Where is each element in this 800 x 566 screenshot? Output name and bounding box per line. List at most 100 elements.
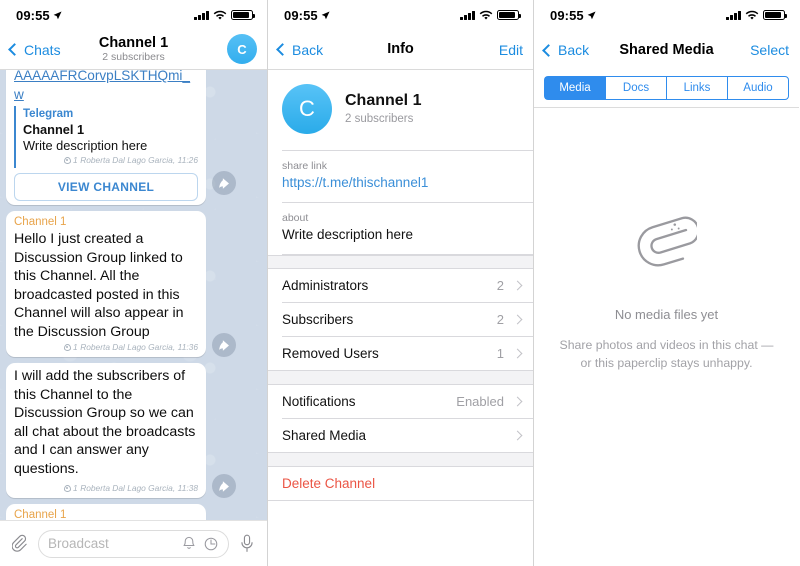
chevron-right-icon	[512, 396, 523, 407]
views-count: 1	[73, 483, 78, 493]
back-label: Back	[292, 41, 324, 58]
link-preview-card[interactable]: Telegram Channel 1 Write description her…	[14, 106, 198, 168]
section-gap	[268, 453, 533, 467]
status-time: 09:55	[16, 7, 50, 23]
view-channel-button[interactable]: VIEW CHANNEL	[14, 173, 198, 201]
channel-profile-header[interactable]: C Channel 1 2 subscribers	[268, 70, 533, 150]
status-bar-time-group: 09:55	[284, 8, 330, 23]
status-bar: 09:55	[534, 0, 799, 30]
share-link-field[interactable]: share link https://t.me/thischannel1	[268, 151, 533, 202]
avatar-initial: C	[299, 96, 315, 121]
about-label: about	[282, 212, 309, 224]
delete-channel-label: Delete Channel	[282, 476, 376, 491]
back-to-chats-button[interactable]: Chats	[8, 42, 61, 58]
message-bubble[interactable]: Channel 1 Example of how to pin a messag…	[6, 504, 206, 520]
chevron-right-icon	[512, 280, 523, 291]
message-row: I will add the subscribers of this Chann…	[0, 363, 267, 498]
delete-channel-row[interactable]: Delete Channel	[268, 467, 533, 500]
views-eye-icon	[63, 156, 71, 164]
message-time: 11:26	[177, 155, 198, 165]
info-row-administrators[interactable]: Administrators 2	[268, 269, 533, 302]
info-row-notifications[interactable]: Notifications Enabled	[268, 385, 533, 418]
empty-media-state: No media files yet Share photos and vide…	[534, 210, 799, 372]
info-row-subscribers[interactable]: Subscribers 2	[268, 303, 533, 336]
microphone-icon	[241, 534, 253, 552]
message-time: 11:38	[177, 483, 198, 493]
profile-subscribers: 2 subscribers	[345, 113, 414, 125]
avatar-initial: C	[237, 41, 247, 57]
views-count: 1	[73, 155, 78, 165]
share-arrow-icon	[218, 339, 229, 351]
row-label: Removed Users	[282, 346, 379, 361]
attach-file-button[interactable]	[10, 533, 30, 555]
preview-description: Write description here	[23, 138, 148, 153]
divider	[268, 500, 533, 501]
media-tab-bar: Media Docs Links Audio	[534, 70, 799, 107]
channel-avatar-large[interactable]: C	[282, 84, 332, 134]
chat-message-list[interactable]: AAAAAFRCorvpLSKTHQmi_w Telegram Channel …	[0, 70, 267, 520]
media-title: Shared Media	[619, 41, 714, 58]
chevron-right-icon	[512, 314, 523, 325]
message-input-bar: Broadcast	[0, 520, 267, 566]
broadcast-input[interactable]: Broadcast	[38, 529, 229, 558]
status-bar: 09:55	[268, 0, 533, 30]
battery-full-icon	[231, 10, 255, 20]
voice-record-button[interactable]	[237, 533, 257, 555]
status-bar-time-group: 09:55	[550, 8, 596, 23]
row-value: 2	[496, 278, 504, 293]
profile-text-block: Channel 1 2 subscribers	[345, 91, 421, 127]
about-value: Write description here	[282, 227, 414, 242]
row-label: Subscribers	[282, 312, 354, 327]
location-arrow-icon	[321, 10, 330, 19]
preview-title: Channel 1	[23, 122, 85, 137]
views-count: 1	[73, 342, 78, 352]
row-label: Administrators	[282, 278, 369, 293]
info-row-removed-users[interactable]: Removed Users 1	[268, 337, 533, 370]
chevron-left-icon	[8, 43, 21, 56]
row-label: Notifications	[282, 394, 356, 409]
message-row: Channel 1 Hello I just created a Discuss…	[0, 211, 267, 357]
share-message-button[interactable]	[212, 474, 236, 498]
info-row-shared-media[interactable]: Shared Media	[268, 419, 533, 452]
bell-icon[interactable]	[181, 536, 197, 552]
media-back-button[interactable]: Back	[542, 42, 589, 58]
info-content: C Channel 1 2 subscribers share link htt…	[268, 70, 533, 566]
schedule-icon[interactable]	[203, 536, 219, 552]
chat-nav-bar: Chats Channel 1 2 subscribers C	[0, 30, 267, 70]
tab-links[interactable]: Links	[666, 76, 727, 100]
share-message-button[interactable]	[212, 333, 236, 357]
share-link-value[interactable]: https://t.me/thischannel1	[282, 173, 519, 192]
message-bubble-link-preview[interactable]: AAAAAFRCorvpLSKTHQmi_w Telegram Channel …	[6, 70, 206, 205]
message-author: Roberta Dal Lago Garcia,	[80, 342, 176, 352]
select-button[interactable]: Select	[750, 42, 789, 58]
message-link-text[interactable]: AAAAAFRCorvpLSKTHQmi_w	[14, 70, 198, 104]
info-back-button[interactable]: Back	[276, 41, 324, 58]
wifi-icon	[479, 10, 493, 20]
broadcast-placeholder: Broadcast	[48, 536, 109, 551]
about-field[interactable]: about Write description here	[268, 203, 533, 254]
edit-button[interactable]: Edit	[499, 42, 523, 58]
share-message-button[interactable]	[212, 171, 236, 195]
message-bubble[interactable]: I will add the subscribers of this Chann…	[6, 363, 206, 498]
message-sender: Channel 1	[14, 216, 67, 228]
message-time: 11:36	[177, 342, 198, 352]
chevron-left-icon	[542, 43, 555, 57]
message-bubble[interactable]: Channel 1 Hello I just created a Discuss…	[6, 211, 206, 357]
message-row: Channel 1 Example of how to pin a messag…	[0, 504, 267, 520]
paperclip-icon	[637, 216, 700, 267]
preview-site-name: Telegram	[23, 108, 74, 120]
chevron-right-icon	[512, 348, 523, 359]
channel-avatar[interactable]: C	[227, 34, 257, 64]
tab-media[interactable]: Media	[544, 76, 605, 100]
empty-media-title: No media files yet	[614, 307, 719, 322]
profile-name: Channel 1	[345, 92, 422, 109]
three-screen-layout: 09:55 Chats Channel 1 2 subscribers C AA…	[0, 0, 800, 566]
tab-audio[interactable]: Audio	[727, 76, 789, 100]
share-arrow-icon	[218, 480, 229, 492]
location-arrow-icon	[587, 10, 596, 19]
messages-container: AAAAAFRCorvpLSKTHQmi_w Telegram Channel …	[0, 70, 267, 520]
views-eye-icon	[63, 343, 71, 351]
cellular-bars-icon	[194, 10, 209, 20]
tab-docs[interactable]: Docs	[605, 76, 666, 100]
media-nav-bar: Back Shared Media Select	[534, 30, 799, 70]
